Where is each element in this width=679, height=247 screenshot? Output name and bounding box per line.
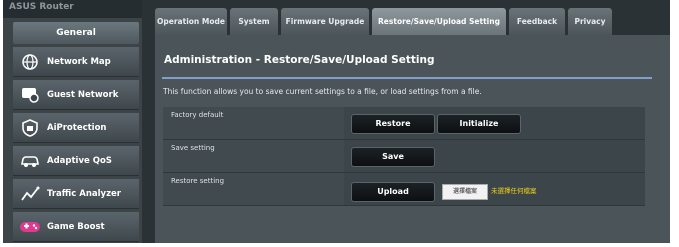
sidebar-item-network-map[interactable]: Network Map: [13, 47, 139, 77]
sidebar-item-guest-network[interactable]: Guest Network: [13, 80, 139, 110]
sidebar-item-label: AiProtection: [47, 122, 107, 133]
tab-bar: Operation Mode System Firmware Upgrade R…: [155, 8, 670, 35]
sidebar-item-aiprotection[interactable]: AiProtection: [13, 113, 139, 143]
page-description: This function allows you to save current…: [163, 87, 482, 96]
row-restore-setting: Restore setting Upload 選擇檔案 未選擇任何檔案: [163, 173, 645, 206]
row-value: Upload 選擇檔案 未選擇任何檔案: [344, 173, 645, 205]
tab-firmware-upgrade[interactable]: Firmware Upgrade: [281, 8, 369, 35]
row-value: Save: [344, 140, 645, 172]
car-icon: [19, 150, 41, 172]
sidebar-item-label: Adaptive QoS: [47, 155, 112, 166]
row-factory-default: Factory default Restore Initialize: [163, 107, 645, 140]
tab-feedback[interactable]: Feedback: [509, 8, 565, 35]
file-status-label: 未選擇任何檔案: [491, 187, 537, 195]
brand-label: ASUS Router: [3, 0, 142, 18]
choose-file-button[interactable]: 選擇檔案: [442, 184, 488, 200]
row-save-setting: Save setting Save: [163, 140, 645, 173]
save-button[interactable]: Save: [351, 147, 435, 167]
settings-table: Factory default Restore Initialize Save …: [163, 107, 645, 206]
guest-network-icon: [19, 84, 41, 106]
sidebar: ASUS Router General Network Map Guest Ne…: [3, 0, 142, 243]
shield-icon: [19, 117, 41, 139]
tab-system[interactable]: System: [230, 8, 278, 35]
page-title: Administration - Restore/Save/Upload Set…: [164, 54, 435, 66]
router-admin-window: ASUS Router General Network Map Guest Ne…: [3, 0, 670, 243]
tab-operation-mode[interactable]: Operation Mode: [155, 8, 227, 35]
sidebar-item-label: Game Boost: [47, 221, 105, 232]
traffic-analyzer-icon: [19, 183, 41, 205]
title-divider: [162, 77, 652, 79]
initialize-button[interactable]: Initialize: [437, 114, 521, 134]
tab-restore-save-upload[interactable]: Restore/Save/Upload Setting: [372, 8, 506, 35]
sidebar-item-label: Traffic Analyzer: [47, 188, 121, 199]
sidebar-item-game-boost[interactable]: Game Boost: [13, 212, 139, 242]
gamepad-icon: [19, 216, 41, 238]
globe-icon: [19, 51, 41, 73]
sidebar-section-general: General: [13, 22, 139, 44]
row-label: Factory default: [163, 107, 344, 139]
row-label: Restore setting: [163, 173, 344, 205]
upload-button[interactable]: Upload: [351, 182, 435, 202]
content-panel: Administration - Restore/Save/Upload Set…: [155, 35, 670, 243]
tab-privacy[interactable]: Privacy: [568, 8, 612, 35]
row-label: Save setting: [163, 140, 344, 172]
sidebar-item-label: Guest Network: [47, 89, 119, 100]
sidebar-item-label: Network Map: [47, 56, 111, 67]
restore-button[interactable]: Restore: [351, 114, 435, 134]
sidebar-item-traffic-analyzer[interactable]: Traffic Analyzer: [13, 179, 139, 209]
row-value: Restore Initialize: [344, 107, 645, 139]
sidebar-item-adaptive-qos[interactable]: Adaptive QoS: [13, 146, 139, 176]
